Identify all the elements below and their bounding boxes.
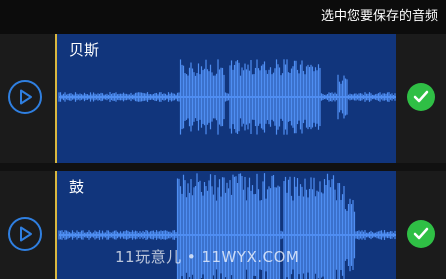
playhead-start-line[interactable] — [55, 34, 57, 163]
select-checkbox[interactable] — [407, 83, 435, 111]
check-area — [396, 34, 446, 163]
waveform-panel[interactable]: 贝斯 — [55, 34, 396, 163]
page-title: 选中您要保存的音频 — [320, 9, 438, 24]
waveform-bass — [58, 59, 396, 135]
play-button[interactable] — [8, 217, 42, 251]
check-area — [396, 171, 446, 279]
playhead-start-line[interactable] — [55, 171, 57, 279]
select-checkbox[interactable] — [407, 220, 435, 248]
header-bar: 选中您要保存的音频 — [0, 0, 446, 34]
track-name: 鼓 — [69, 178, 85, 196]
play-area — [0, 171, 55, 279]
play-area — [0, 34, 55, 163]
track-name: 贝斯 — [69, 41, 100, 59]
play-button[interactable] — [8, 80, 42, 114]
play-icon — [20, 89, 32, 105]
watermark-text: 11玩意儿 • 11WYX.COM — [115, 248, 300, 266]
track-row-bass: 贝斯 — [0, 34, 446, 163]
play-icon — [20, 226, 32, 242]
check-icon — [413, 227, 429, 240]
check-icon — [413, 90, 429, 103]
